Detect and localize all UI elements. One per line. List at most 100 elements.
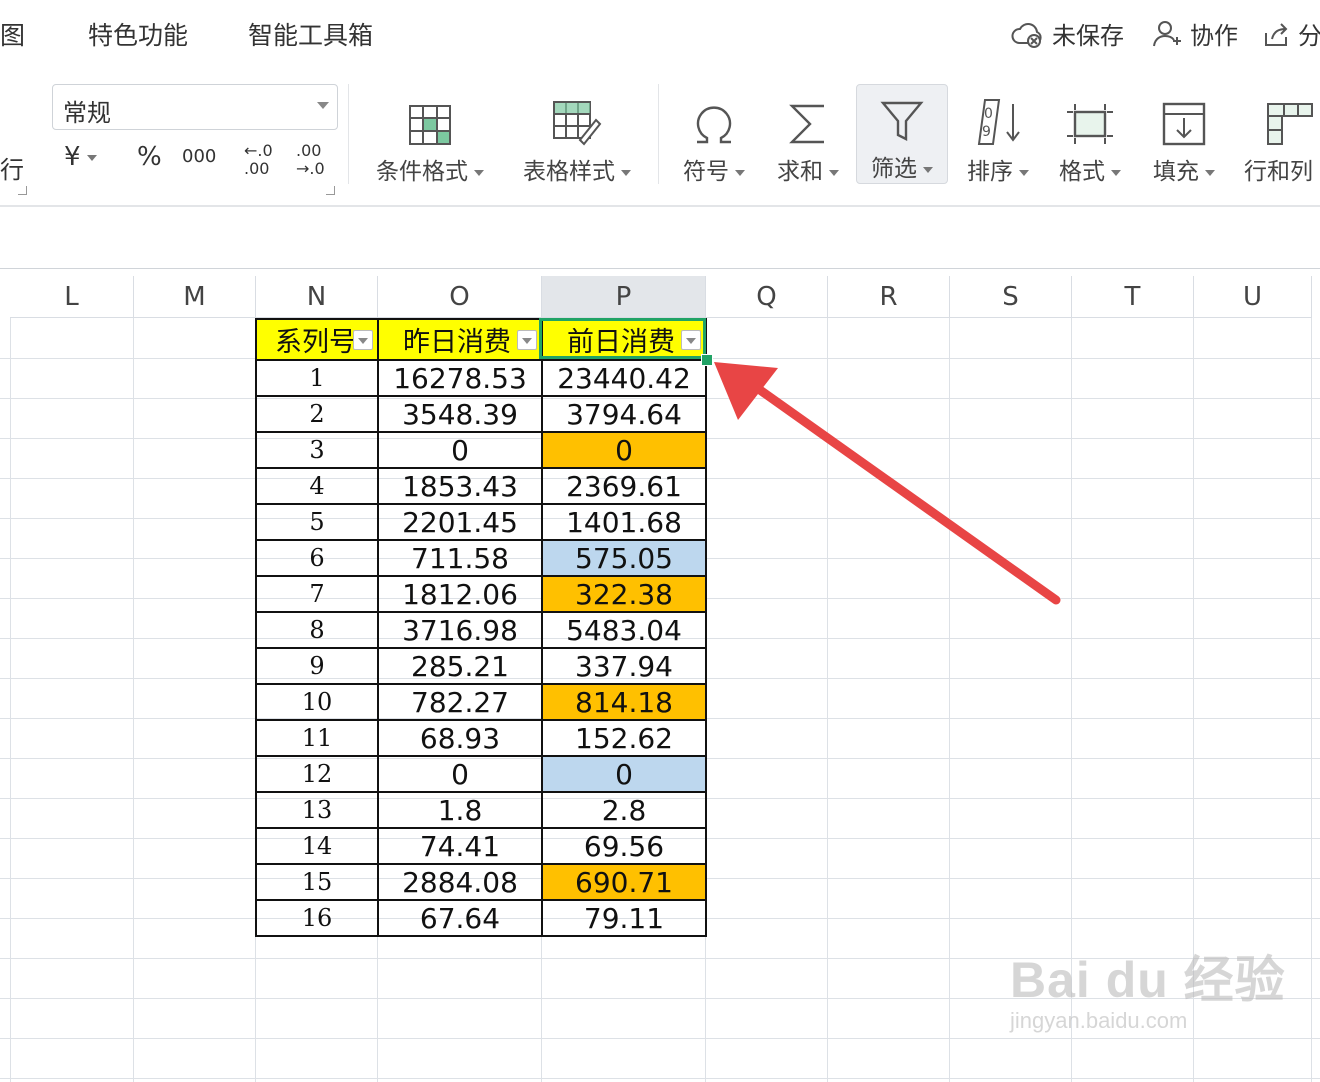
cell-yesterday[interactable]: 782.27: [377, 683, 543, 721]
thousands-separator-button[interactable]: 000: [182, 146, 216, 167]
column-header-U[interactable]: U: [1194, 276, 1312, 318]
filter-dropdown-icon[interactable]: [681, 330, 701, 350]
increase-decimal-bottom: .00: [244, 159, 270, 178]
table-style-button[interactable]: 表格样式: [514, 88, 640, 186]
cell-seq[interactable]: 6: [255, 539, 379, 577]
row-label-cut[interactable]: 行: [0, 150, 24, 185]
chevron-down-icon: [735, 169, 745, 176]
cell-day-before[interactable]: 23440.42: [541, 359, 707, 397]
sum-button[interactable]: 求和: [770, 88, 846, 186]
group-expand-corner[interactable]: [18, 186, 27, 195]
cell-seq[interactable]: 9: [255, 647, 379, 685]
cell-day-before[interactable]: 2.8: [541, 791, 707, 829]
cell-seq[interactable]: 4: [255, 467, 379, 505]
cell-yesterday[interactable]: 16278.53: [377, 359, 543, 397]
cell-day-before[interactable]: 0: [541, 755, 707, 793]
column-header-Q[interactable]: Q: [706, 276, 828, 318]
column-header-T[interactable]: T: [1072, 276, 1194, 318]
svg-text:9: 9: [982, 124, 991, 140]
sort-button[interactable]: 0 9 排序: [958, 88, 1038, 186]
filter-dropdown-icon[interactable]: [517, 330, 537, 350]
format-button[interactable]: 格式: [1050, 88, 1130, 186]
cell-day-before[interactable]: 2369.61: [541, 467, 707, 505]
cell-yesterday[interactable]: 1.8: [377, 791, 543, 829]
sort-label: 排序: [967, 159, 1013, 185]
cell-seq[interactable]: 12: [255, 755, 379, 793]
chevron-down-icon: [923, 166, 933, 173]
cell-yesterday[interactable]: 2884.08: [377, 863, 543, 901]
cell-yesterday[interactable]: 2201.45: [377, 503, 543, 541]
menu-tab-toolbox[interactable]: 智能工具箱: [248, 16, 373, 52]
cell-yesterday[interactable]: 1853.43: [377, 467, 543, 505]
conditional-format-button[interactable]: 条件格式: [368, 88, 492, 186]
cell-day-before[interactable]: 69.56: [541, 827, 707, 865]
filter-button[interactable]: 筛选: [856, 84, 948, 184]
save-status-label: 未保存: [1052, 22, 1124, 50]
cell-day-before[interactable]: 690.71: [541, 863, 707, 901]
cell-seq[interactable]: 8: [255, 611, 379, 649]
cell-day-before[interactable]: 337.94: [541, 647, 707, 685]
column-header-P[interactable]: P: [542, 276, 706, 318]
percent-button[interactable]: %: [137, 142, 162, 172]
cell-day-before[interactable]: 814.18: [541, 683, 707, 721]
cell-seq[interactable]: 7: [255, 575, 379, 613]
cell-day-before[interactable]: 3794.64: [541, 395, 707, 433]
cell-yesterday[interactable]: 67.64: [377, 899, 543, 937]
column-header-N[interactable]: N: [256, 276, 378, 318]
cell-seq[interactable]: 15: [255, 863, 379, 901]
format-label: 格式: [1059, 159, 1105, 185]
number-format-select[interactable]: 常规: [52, 84, 338, 130]
consumption-table: 系列号 昨日消费 前日消费 1 16278.53 23440.42 2 3548.39 3…: [255, 318, 707, 937]
cell-seq[interactable]: 1: [255, 359, 379, 397]
cell-yesterday[interactable]: 3548.39: [377, 395, 543, 433]
cell-yesterday[interactable]: 68.93: [377, 719, 543, 757]
cell-yesterday[interactable]: 285.21: [377, 647, 543, 685]
decrease-decimal-button[interactable]: .00 →.0: [296, 142, 325, 178]
header-cell-yesterday[interactable]: 昨日消费: [377, 318, 543, 361]
symbol-button[interactable]: 符号: [676, 88, 752, 186]
cell-yesterday[interactable]: 0: [377, 431, 543, 469]
increase-decimal-button[interactable]: ←.0 .00: [244, 142, 273, 178]
cell-seq[interactable]: 2: [255, 395, 379, 433]
column-header-M[interactable]: M: [134, 276, 256, 318]
cell-day-before[interactable]: 575.05: [541, 539, 707, 577]
menu-tab-special[interactable]: 特色功能: [88, 16, 188, 52]
number-group-expand-corner[interactable]: [326, 186, 335, 195]
fill-button[interactable]: 填充: [1144, 88, 1224, 186]
cell-day-before[interactable]: 322.38: [541, 575, 707, 613]
cell-day-before[interactable]: 0: [541, 431, 707, 469]
cell-seq[interactable]: 10: [255, 683, 379, 721]
menu-tab-view[interactable]: 图: [0, 16, 25, 52]
cloud-unsaved-icon: [1011, 22, 1042, 48]
cell-seq[interactable]: 3: [255, 431, 379, 469]
header-cell-day-before[interactable]: 前日消费: [541, 318, 707, 361]
collab-button[interactable]: 协作: [1152, 16, 1238, 51]
cell-yesterday[interactable]: 3716.98: [377, 611, 543, 649]
header-cell-seq[interactable]: 系列号: [255, 318, 379, 361]
table-row: 1 16278.53 23440.42: [255, 359, 707, 397]
symbol-label: 符号: [683, 159, 729, 185]
cell-yesterday[interactable]: 1812.06: [377, 575, 543, 613]
cell-seq[interactable]: 5: [255, 503, 379, 541]
cell-day-before[interactable]: 5483.04: [541, 611, 707, 649]
table-row: 16 67.64 79.11: [255, 899, 707, 937]
currency-button[interactable]: ¥: [64, 142, 97, 172]
filter-dropdown-icon[interactable]: [353, 330, 373, 350]
cell-day-before[interactable]: 1401.68: [541, 503, 707, 541]
cell-yesterday[interactable]: 0: [377, 755, 543, 793]
cell-seq[interactable]: 16: [255, 899, 379, 937]
column-header-L[interactable]: L: [10, 276, 134, 318]
column-header-O[interactable]: O: [378, 276, 542, 318]
row-column-button[interactable]: 行和列: [1240, 88, 1320, 186]
cell-day-before[interactable]: 152.62: [541, 719, 707, 757]
cell-day-before[interactable]: 79.11: [541, 899, 707, 937]
cell-yesterday[interactable]: 711.58: [377, 539, 543, 577]
column-header-S[interactable]: S: [950, 276, 1072, 318]
cell-seq[interactable]: 11: [255, 719, 379, 757]
column-header-R[interactable]: R: [828, 276, 950, 318]
share-button[interactable]: 分: [1262, 16, 1320, 51]
cell-yesterday[interactable]: 74.41: [377, 827, 543, 865]
cell-seq[interactable]: 13: [255, 791, 379, 829]
save-status[interactable]: 未保存: [1010, 16, 1124, 51]
cell-seq[interactable]: 14: [255, 827, 379, 865]
